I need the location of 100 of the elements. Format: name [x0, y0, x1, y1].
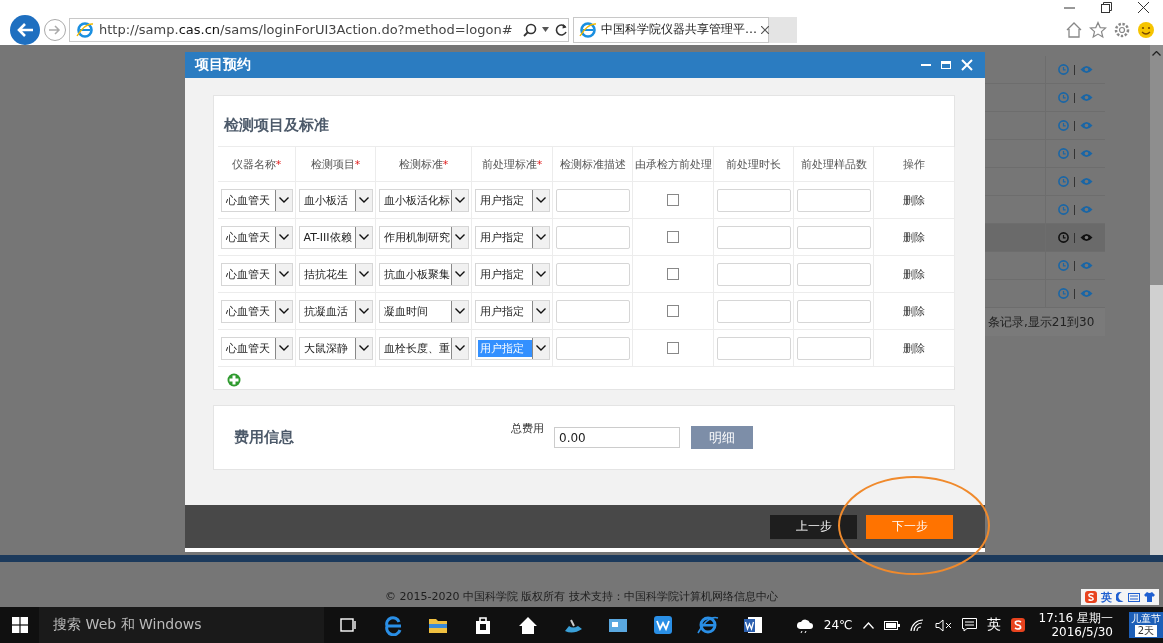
copyright-text: © 2015-2020 中国科学院 版权所有 技术支持：中国科学院计算机网络信息中心	[385, 589, 778, 604]
pretreatment-select[interactable]: 用户指定	[474, 225, 550, 249]
standard-select[interactable]: 血小板活化标	[378, 188, 469, 212]
delete-link[interactable]: 删除	[903, 229, 925, 245]
restore-icon[interactable]	[1101, 1, 1112, 13]
word-icon[interactable]	[741, 614, 764, 636]
add-icon[interactable]	[227, 372, 241, 387]
input-field[interactable]	[555, 299, 630, 323]
test-item-select[interactable]: AT-III依赖	[298, 225, 373, 249]
caret-down-icon	[454, 271, 465, 277]
pretreatment-select[interactable]: 用户指定	[474, 188, 550, 212]
input-field[interactable]	[555, 336, 630, 360]
input-field[interactable]	[555, 262, 630, 286]
forward-button[interactable]	[44, 18, 66, 41]
standard-select[interactable]: 凝血时间	[378, 299, 469, 323]
eye-icon[interactable]	[1080, 233, 1093, 242]
home-icon[interactable]	[1065, 20, 1083, 39]
minimize-icon[interactable]	[921, 63, 931, 67]
weather-cloud-icon[interactable]	[795, 617, 814, 633]
shirt-icon[interactable]	[1144, 592, 1155, 602]
address-bar[interactable]: http://samp.cas.cn/sams/loginForUI3Action.do?method=logon#	[69, 17, 569, 42]
column-header: 检测项目*	[310, 156, 361, 172]
input-field[interactable]	[796, 225, 871, 249]
search-icon[interactable]	[522, 22, 537, 37]
calendar-badge[interactable]: 儿童节 2天	[1129, 612, 1163, 638]
input-field[interactable]	[716, 225, 791, 249]
field-label: 总费用	[511, 421, 544, 436]
standard-select[interactable]: 抗血小板聚集	[378, 262, 469, 286]
test-item-select[interactable]: 血小板活	[298, 188, 373, 212]
instrument-select[interactable]: 心血管天	[220, 188, 293, 212]
input-field[interactable]	[716, 336, 791, 360]
test-item-select[interactable]: 大鼠深静	[298, 336, 373, 360]
input-field[interactable]	[796, 262, 871, 286]
test-item-select[interactable]: 抗凝血活	[298, 299, 373, 323]
scrollbar[interactable]	[1150, 45, 1163, 555]
checkbox[interactable]	[667, 194, 679, 206]
browser-tab[interactable]: 中国科学院仪器共享管理平…	[573, 16, 769, 43]
message-icon[interactable]	[961, 618, 977, 632]
battery-icon[interactable]	[883, 620, 900, 630]
caret-down-icon	[278, 308, 289, 314]
back-button[interactable]	[10, 14, 40, 45]
delete-link[interactable]: 删除	[903, 303, 925, 319]
moon-icon[interactable]	[1116, 592, 1124, 602]
input-field[interactable]	[796, 336, 871, 360]
pretreatment-select[interactable]: 用户指定	[474, 299, 550, 323]
instrument-select[interactable]: 心血管天	[220, 299, 293, 323]
ime-toolbar[interactable]: 英	[1081, 589, 1159, 605]
delete-link[interactable]: 删除	[903, 340, 925, 356]
input-field[interactable]	[716, 299, 791, 323]
close-icon[interactable]	[1138, 1, 1149, 13]
instrument-select[interactable]: 心血管天	[220, 336, 293, 360]
caret-down-icon	[358, 308, 369, 314]
windows-icon[interactable]	[11, 617, 28, 633]
input-field[interactable]	[716, 262, 791, 286]
column-header: 前处理标准*	[481, 156, 543, 172]
checkbox[interactable]	[667, 231, 679, 243]
ime-indicator[interactable]: 英	[986, 616, 1001, 634]
tab-title: 中国科学院仪器共享管理平…	[601, 21, 757, 38]
pretreatment-select[interactable]: 用户指定	[474, 262, 550, 286]
w-app-icon[interactable]	[651, 614, 674, 636]
caret-down-icon	[278, 197, 289, 203]
ie-icon[interactable]	[696, 614, 719, 636]
column-header: 前处理样品数	[800, 156, 867, 172]
refresh-icon[interactable]	[553, 22, 568, 37]
input-field[interactable]	[555, 225, 630, 249]
column-header: 操作	[903, 156, 925, 172]
input-field[interactable]	[796, 299, 871, 323]
clock[interactable]: 17:16 星期一 2016/5/30	[1038, 611, 1113, 639]
caret-down-icon	[278, 345, 289, 351]
checkbox[interactable]	[667, 342, 679, 354]
standard-select[interactable]: 血栓长度、重	[378, 336, 469, 360]
delete-link[interactable]: 删除	[903, 266, 925, 282]
section-title: 费用信息	[233, 428, 295, 447]
search-field[interactable]: 搜索 Web 和 Windows	[39, 607, 324, 643]
settings-icon[interactable]	[1113, 20, 1131, 39]
checkbox[interactable]	[667, 268, 679, 280]
caret-down-icon[interactable]	[541, 27, 549, 32]
keyboard-icon[interactable]	[1128, 592, 1140, 602]
maximize-icon[interactable]	[941, 61, 951, 69]
instrument-select[interactable]: 心血管天	[220, 262, 293, 286]
close-icon[interactable]	[761, 25, 769, 34]
column-header: 由承检方前处理	[634, 156, 712, 172]
previous-button[interactable]: 上一步	[770, 514, 857, 539]
instrument-select[interactable]: 心血管天	[220, 225, 293, 249]
test-item-select[interactable]: 拮抗花生	[298, 262, 373, 286]
input-field[interactable]	[555, 188, 630, 212]
speaker-muted-icon[interactable]	[934, 618, 952, 632]
star-icon[interactable]	[1089, 20, 1107, 39]
input-field[interactable]	[796, 188, 871, 212]
standard-select[interactable]: 作用机制研究	[378, 225, 469, 249]
input-field[interactable]	[716, 188, 791, 212]
smiley-icon[interactable]	[1137, 20, 1155, 39]
caret-down-icon	[358, 197, 369, 203]
clock-icon[interactable]	[1058, 232, 1069, 243]
wifi-icon[interactable]	[909, 618, 925, 632]
url-text: http://samp.cas.cn/sams/loginForUI3Action.do?method=logon#	[99, 22, 513, 37]
sogou-icon[interactable]	[1010, 618, 1025, 632]
input-field[interactable]: 0.00	[554, 427, 680, 448]
checkbox[interactable]	[667, 305, 679, 317]
delete-link[interactable]: 删除	[903, 192, 925, 208]
